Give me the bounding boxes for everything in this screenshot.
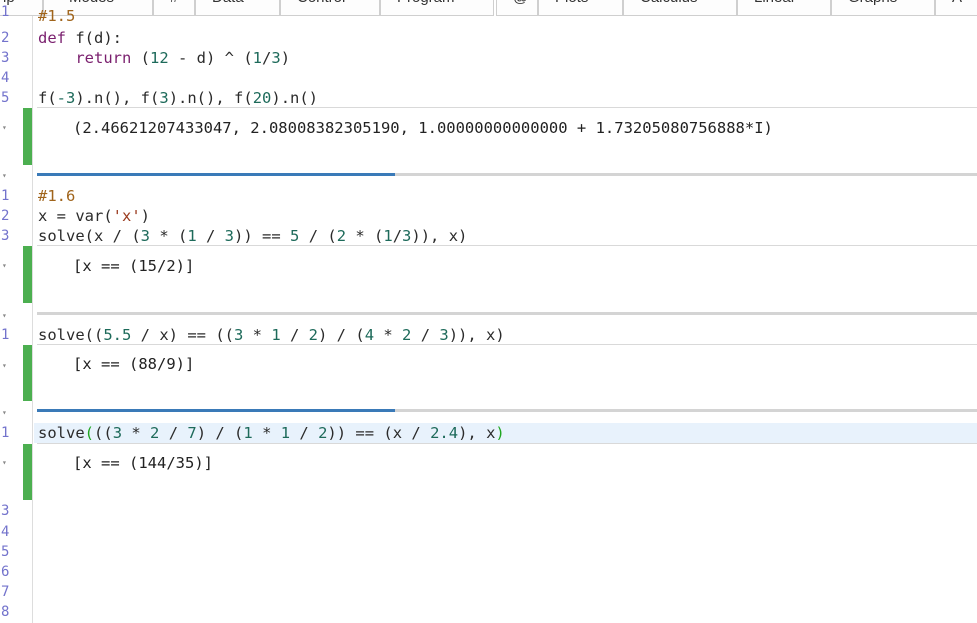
collapse-arrow-icon[interactable]: ▾ [2, 172, 10, 180]
cell-separator [37, 312, 977, 315]
code-line[interactable]: solve(x / (3 * (1 / 3)) == 5 / (2 * (1/3… [38, 226, 467, 246]
cell-separator [37, 409, 977, 412]
line-number: 1 [1, 188, 10, 204]
line-number: 3 [1, 503, 10, 519]
collapse-arrow-icon[interactable]: ▾ [2, 262, 10, 270]
collapse-arrow-icon[interactable]: ▾ [2, 459, 10, 467]
code-line[interactable]: f(-3).n(), f(3).n(), f(20).n() [38, 88, 318, 108]
cell-divider [37, 245, 977, 246]
code-line[interactable]: #1.5 [38, 6, 75, 26]
tab-plots[interactable]: Plots [538, 0, 623, 16]
tab-control[interactable]: Control [280, 0, 380, 16]
cell-output: [x == (88/9)] [73, 355, 195, 373]
tab-more[interactable]: A [935, 0, 977, 16]
line-number: 2 [1, 208, 10, 224]
code-line[interactable]: def f(d): [38, 28, 122, 48]
line-number: 6 [1, 564, 10, 580]
line-number: 7 [1, 584, 10, 600]
collapse-arrow-icon[interactable]: ▾ [2, 409, 10, 417]
output-indicator [23, 345, 32, 401]
tab-data[interactable]: Data [195, 0, 280, 16]
evaluation-progress [37, 409, 395, 412]
cell-divider [37, 107, 977, 108]
code-line[interactable]: x = var('x') [38, 206, 150, 226]
output-indicator [23, 444, 32, 500]
cell-divider [37, 344, 977, 345]
line-number: 5 [1, 90, 10, 106]
line-number: 3 [1, 50, 10, 66]
collapse-arrow-icon[interactable]: ▾ [2, 362, 10, 370]
line-number: 4 [1, 70, 10, 86]
cell-output: (2.46621207433047, 2.08008382305190, 1.0… [73, 119, 773, 137]
line-number: 1 [1, 327, 10, 343]
collapse-arrow-icon[interactable]: ▾ [2, 124, 10, 132]
line-number: 1 [1, 425, 10, 441]
output-indicator [23, 246, 32, 303]
cell-separator [37, 173, 977, 176]
line-number: 5 [1, 544, 10, 560]
tab-graphs[interactable]: Graphs [831, 0, 935, 16]
line-number: 3 [1, 228, 10, 244]
code-line[interactable]: solve(((3 * 2 / 7) / (1 * 1 / 2)) == (x … [38, 423, 505, 443]
output-indicator [23, 108, 32, 165]
code-line[interactable]: #1.6 [38, 186, 75, 206]
code-line[interactable]: return (12 - d) ^ (1/3) [38, 48, 290, 68]
tab-hash[interactable]: # [153, 0, 195, 16]
cell-output: [x == (15/2)] [73, 257, 195, 275]
tab-linear[interactable]: Linear [737, 0, 831, 16]
tab-program[interactable]: Program [380, 0, 494, 16]
line-number: 2 [1, 30, 10, 46]
line-number: 4 [1, 524, 10, 540]
collapse-arrow-icon[interactable]: ▾ [2, 312, 10, 320]
cell-divider [37, 443, 977, 444]
line-number: 1 [1, 4, 10, 20]
line-number: 8 [1, 604, 10, 620]
code-line[interactable]: solve((5.5 / x) == ((3 * 1 / 2) / (4 * 2… [38, 325, 505, 345]
tab-calculus[interactable]: Calculus [623, 0, 737, 16]
evaluation-progress [37, 173, 395, 176]
toolbar-tabs: ip Modes # Data Control Program @ Plots … [0, 0, 977, 16]
tab-at[interactable]: @ [496, 0, 538, 16]
cell-output: [x == (144/35)] [73, 454, 213, 472]
